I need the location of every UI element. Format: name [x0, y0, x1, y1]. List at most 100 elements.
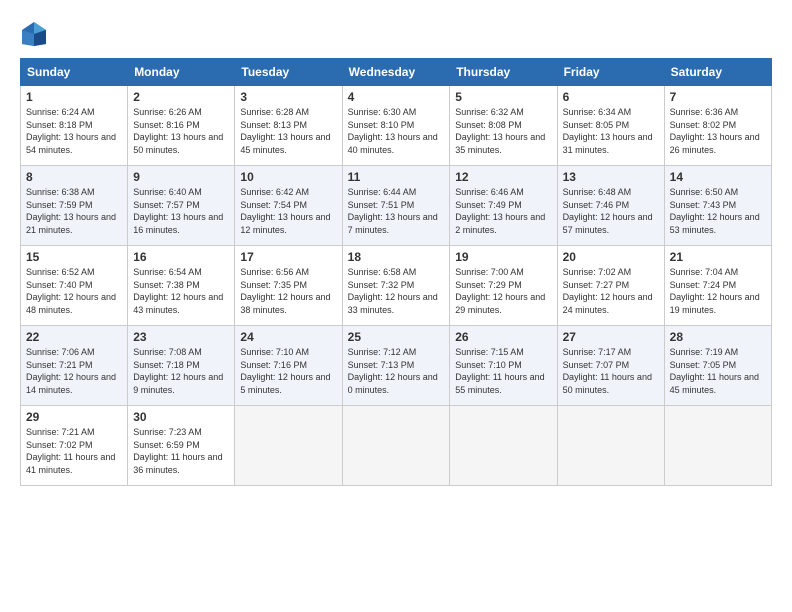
- day-info: Sunrise: 6:24 AM Sunset: 8:18 PM Dayligh…: [26, 106, 122, 156]
- col-header-tuesday: Tuesday: [235, 59, 342, 86]
- day-info: Sunrise: 6:36 AM Sunset: 8:02 PM Dayligh…: [670, 106, 766, 156]
- day-info: Sunrise: 6:52 AM Sunset: 7:40 PM Dayligh…: [26, 266, 122, 316]
- calendar-cell: 7 Sunrise: 6:36 AM Sunset: 8:02 PM Daylig…: [664, 86, 771, 166]
- calendar-cell: 5 Sunrise: 6:32 AM Sunset: 8:08 PM Daylig…: [450, 86, 557, 166]
- calendar-cell: 26 Sunrise: 7:15 AM Sunset: 7:10 PM Dayli…: [450, 326, 557, 406]
- calendar-cell: 4 Sunrise: 6:30 AM Sunset: 8:10 PM Daylig…: [342, 86, 450, 166]
- col-header-wednesday: Wednesday: [342, 59, 450, 86]
- calendar-cell: 20 Sunrise: 7:02 AM Sunset: 7:27 PM Dayli…: [557, 246, 664, 326]
- day-info: Sunrise: 7:21 AM Sunset: 7:02 PM Dayligh…: [26, 426, 122, 476]
- day-number: 13: [563, 170, 659, 184]
- calendar-cell: 17Sunrise: 6:56 AM Sunset: 7:35 PM Dayli…: [235, 246, 342, 326]
- calendar-cell: 3Sunrise: 6:28 AM Sunset: 8:13 PM Daylig…: [235, 86, 342, 166]
- calendar-cell: [664, 406, 771, 486]
- calendar-cell: 1 Sunrise: 6:24 AM Sunset: 8:18 PM Daylig…: [21, 86, 128, 166]
- calendar-cell: 24 Sunrise: 7:10 AM Sunset: 7:16 PM Dayli…: [235, 326, 342, 406]
- calendar-cell: 30 Sunrise: 7:23 AM Sunset: 6:59 PM Dayli…: [128, 406, 235, 486]
- day-info: Sunrise: 6:26 AM Sunset: 8:16 PM Dayligh…: [133, 106, 229, 156]
- day-info: Sunrise: 7:02 AM Sunset: 7:27 PM Dayligh…: [563, 266, 659, 316]
- calendar-table: SundayMondayTuesdayWednesdayThursdayFrid…: [20, 58, 772, 486]
- day-number: 4: [348, 90, 445, 104]
- calendar-week-2: 15 Sunrise: 6:52 AM Sunset: 7:40 PM Dayli…: [21, 246, 772, 326]
- day-number: 11: [348, 170, 445, 184]
- day-number: 8: [26, 170, 122, 184]
- col-header-monday: Monday: [128, 59, 235, 86]
- day-number: 3: [240, 90, 336, 104]
- calendar-week-3: 22Sunrise: 7:06 AM Sunset: 7:21 PM Dayli…: [21, 326, 772, 406]
- calendar-week-0: 1 Sunrise: 6:24 AM Sunset: 8:18 PM Daylig…: [21, 86, 772, 166]
- day-info: Sunrise: 7:10 AM Sunset: 7:16 PM Dayligh…: [240, 346, 336, 396]
- day-info: Sunrise: 7:15 AM Sunset: 7:10 PM Dayligh…: [455, 346, 551, 396]
- calendar-cell: 27 Sunrise: 7:17 AM Sunset: 7:07 PM Dayli…: [557, 326, 664, 406]
- day-info: Sunrise: 6:56 AM Sunset: 7:35 PM Dayligh…: [240, 266, 336, 316]
- day-info: Sunrise: 7:19 AM Sunset: 7:05 PM Dayligh…: [670, 346, 766, 396]
- day-info: Sunrise: 7:08 AM Sunset: 7:18 PM Dayligh…: [133, 346, 229, 396]
- calendar-cell: 22Sunrise: 7:06 AM Sunset: 7:21 PM Dayli…: [21, 326, 128, 406]
- day-number: 20: [563, 250, 659, 264]
- day-info: Sunrise: 6:42 AM Sunset: 7:54 PM Dayligh…: [240, 186, 336, 236]
- header: [20, 20, 772, 48]
- calendar-cell: 2 Sunrise: 6:26 AM Sunset: 8:16 PM Daylig…: [128, 86, 235, 166]
- calendar-cell: 29Sunrise: 7:21 AM Sunset: 7:02 PM Dayli…: [21, 406, 128, 486]
- col-header-saturday: Saturday: [664, 59, 771, 86]
- day-number: 2: [133, 90, 229, 104]
- calendar-week-1: 8 Sunrise: 6:38 AM Sunset: 7:59 PM Daylig…: [21, 166, 772, 246]
- day-info: Sunrise: 7:23 AM Sunset: 6:59 PM Dayligh…: [133, 426, 229, 476]
- day-number: 28: [670, 330, 766, 344]
- calendar-cell: 9Sunrise: 6:40 AM Sunset: 7:57 PM Daylig…: [128, 166, 235, 246]
- day-number: 18: [348, 250, 445, 264]
- day-number: 21: [670, 250, 766, 264]
- calendar-cell: [557, 406, 664, 486]
- day-number: 23: [133, 330, 229, 344]
- day-number: 6: [563, 90, 659, 104]
- col-header-sunday: Sunday: [21, 59, 128, 86]
- calendar-cell: [450, 406, 557, 486]
- day-number: 30: [133, 410, 229, 424]
- day-number: 15: [26, 250, 122, 264]
- day-number: 19: [455, 250, 551, 264]
- calendar-cell: 28 Sunrise: 7:19 AM Sunset: 7:05 PM Dayli…: [664, 326, 771, 406]
- calendar-cell: 10Sunrise: 6:42 AM Sunset: 7:54 PM Dayli…: [235, 166, 342, 246]
- calendar-cell: 23 Sunrise: 7:08 AM Sunset: 7:18 PM Dayli…: [128, 326, 235, 406]
- day-number: 7: [670, 90, 766, 104]
- col-header-thursday: Thursday: [450, 59, 557, 86]
- day-number: 14: [670, 170, 766, 184]
- day-info: Sunrise: 6:32 AM Sunset: 8:08 PM Dayligh…: [455, 106, 551, 156]
- calendar-cell: 16Sunrise: 6:54 AM Sunset: 7:38 PM Dayli…: [128, 246, 235, 326]
- calendar-cell: 15 Sunrise: 6:52 AM Sunset: 7:40 PM Dayli…: [21, 246, 128, 326]
- day-number: 26: [455, 330, 551, 344]
- calendar-cell: 14 Sunrise: 6:50 AM Sunset: 7:43 PM Dayli…: [664, 166, 771, 246]
- day-number: 9: [133, 170, 229, 184]
- day-number: 16: [133, 250, 229, 264]
- logo: [20, 20, 52, 48]
- day-info: Sunrise: 7:04 AM Sunset: 7:24 PM Dayligh…: [670, 266, 766, 316]
- day-info: Sunrise: 6:44 AM Sunset: 7:51 PM Dayligh…: [348, 186, 445, 236]
- calendar-cell: 6 Sunrise: 6:34 AM Sunset: 8:05 PM Daylig…: [557, 86, 664, 166]
- day-number: 25: [348, 330, 445, 344]
- day-number: 22: [26, 330, 122, 344]
- calendar-cell: 21 Sunrise: 7:04 AM Sunset: 7:24 PM Dayli…: [664, 246, 771, 326]
- calendar-cell: 18Sunrise: 6:58 AM Sunset: 7:32 PM Dayli…: [342, 246, 450, 326]
- calendar-cell: [235, 406, 342, 486]
- day-number: 27: [563, 330, 659, 344]
- day-info: Sunrise: 7:17 AM Sunset: 7:07 PM Dayligh…: [563, 346, 659, 396]
- calendar-cell: 8 Sunrise: 6:38 AM Sunset: 7:59 PM Daylig…: [21, 166, 128, 246]
- day-info: Sunrise: 6:38 AM Sunset: 7:59 PM Dayligh…: [26, 186, 122, 236]
- calendar-cell: 12Sunrise: 6:46 AM Sunset: 7:49 PM Dayli…: [450, 166, 557, 246]
- calendar-week-4: 29Sunrise: 7:21 AM Sunset: 7:02 PM Dayli…: [21, 406, 772, 486]
- calendar-cell: 13Sunrise: 6:48 AM Sunset: 7:46 PM Dayli…: [557, 166, 664, 246]
- day-number: 1: [26, 90, 122, 104]
- day-number: 24: [240, 330, 336, 344]
- calendar-cell: [342, 406, 450, 486]
- calendar-header-row: SundayMondayTuesdayWednesdayThursdayFrid…: [21, 59, 772, 86]
- day-info: Sunrise: 6:30 AM Sunset: 8:10 PM Dayligh…: [348, 106, 445, 156]
- page: SundayMondayTuesdayWednesdayThursdayFrid…: [0, 0, 792, 496]
- day-info: Sunrise: 6:34 AM Sunset: 8:05 PM Dayligh…: [563, 106, 659, 156]
- day-number: 5: [455, 90, 551, 104]
- calendar-cell: 11 Sunrise: 6:44 AM Sunset: 7:51 PM Dayli…: [342, 166, 450, 246]
- calendar-cell: 25Sunrise: 7:12 AM Sunset: 7:13 PM Dayli…: [342, 326, 450, 406]
- day-info: Sunrise: 6:50 AM Sunset: 7:43 PM Dayligh…: [670, 186, 766, 236]
- day-info: Sunrise: 6:46 AM Sunset: 7:49 PM Dayligh…: [455, 186, 551, 236]
- col-header-friday: Friday: [557, 59, 664, 86]
- calendar-cell: 19Sunrise: 7:00 AM Sunset: 7:29 PM Dayli…: [450, 246, 557, 326]
